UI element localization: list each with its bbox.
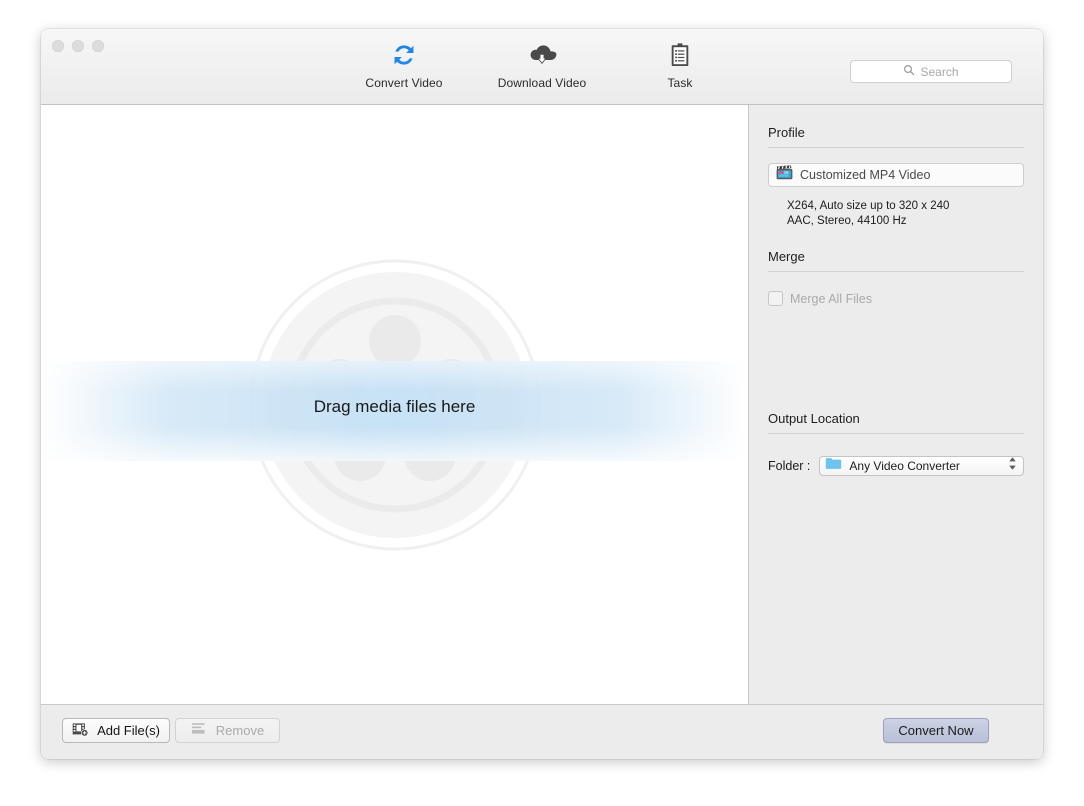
profile-video-spec: X264, Auto size up to 320 x 240	[787, 200, 950, 212]
divider	[768, 147, 1024, 148]
search-placeholder: Search	[920, 64, 959, 79]
drop-area-message: Drag media files here	[313, 397, 476, 416]
toolbar-tab-label: Download Video	[497, 76, 587, 90]
profile-section: Profile Customized MP4 Video X264, Auto …	[768, 105, 1024, 229]
output-section-title: Output Location	[768, 411, 860, 426]
toolbar-tab-convert-video[interactable]: Convert Video	[352, 38, 456, 90]
profile-selected-label: Customized MP4 Video	[800, 168, 931, 182]
application-window: Convert Video Download Video Task Search…	[41, 29, 1043, 759]
profile-description: X264, Auto size up to 320 x 240 AAC, Ste…	[787, 199, 1024, 229]
toolbar-tab-label: Task	[667, 76, 693, 90]
convert-now-button[interactable]: Convert Now	[883, 718, 989, 743]
merge-section: Merge Merge All Files	[768, 229, 1024, 306]
remove-label: Remove	[215, 723, 265, 738]
list-remove-icon	[191, 722, 208, 739]
convert-now-label: Convert Now	[898, 723, 974, 738]
profile-section-title: Profile	[768, 125, 805, 140]
settings-sidebar: Profile Customized MP4 Video X264, Auto …	[749, 105, 1043, 704]
merge-section-title: Merge	[768, 249, 805, 264]
folder-value: Any Video Converter	[849, 459, 960, 473]
bottom-toolbar: Add File(s) Remove Convert Now	[41, 704, 1043, 759]
media-drop-area[interactable]: Drag media files here	[41, 105, 749, 704]
clipboard-task-icon	[668, 38, 692, 72]
divider	[768, 271, 1024, 272]
add-files-button[interactable]: Add File(s)	[62, 718, 170, 743]
chevron-updown-icon[interactable]	[1008, 456, 1017, 476]
merge-all-files-label: Merge All Files	[790, 291, 872, 306]
folder-label: Folder :	[768, 459, 811, 473]
main-content: Drag media files here Profile Customized…	[41, 105, 1043, 704]
toolbar-tab-task[interactable]: Task	[628, 38, 732, 90]
toolbar-tab-download-video[interactable]: Download Video	[490, 38, 594, 90]
cloud-download-icon	[527, 38, 557, 72]
add-files-label: Add File(s)	[97, 723, 160, 738]
profile-selector[interactable]: Customized MP4 Video	[768, 163, 1024, 187]
film-add-icon	[72, 722, 89, 740]
folder-select[interactable]: Any Video Converter	[819, 456, 1024, 476]
toolbar-tab-label: Convert Video	[365, 76, 443, 90]
folder-icon	[825, 457, 842, 475]
search-input[interactable]: Search	[850, 60, 1012, 83]
folder-row: Folder : Any Video Converter	[768, 456, 1024, 476]
search-icon	[903, 63, 915, 81]
convert-refresh-icon	[390, 38, 418, 72]
clapperboard-icon	[776, 165, 793, 185]
merge-all-files-checkbox[interactable]	[768, 291, 783, 306]
output-location-section: Output Location Folder : Any Video Conve…	[768, 391, 1024, 476]
remove-button[interactable]: Remove	[175, 718, 280, 743]
profile-audio-spec: AAC, Stereo, 44100 Hz	[787, 215, 907, 227]
toolbar: Convert Video Download Video Task Search	[41, 29, 1043, 105]
divider	[768, 433, 1024, 434]
merge-all-files-row[interactable]: Merge All Files	[768, 291, 1024, 306]
